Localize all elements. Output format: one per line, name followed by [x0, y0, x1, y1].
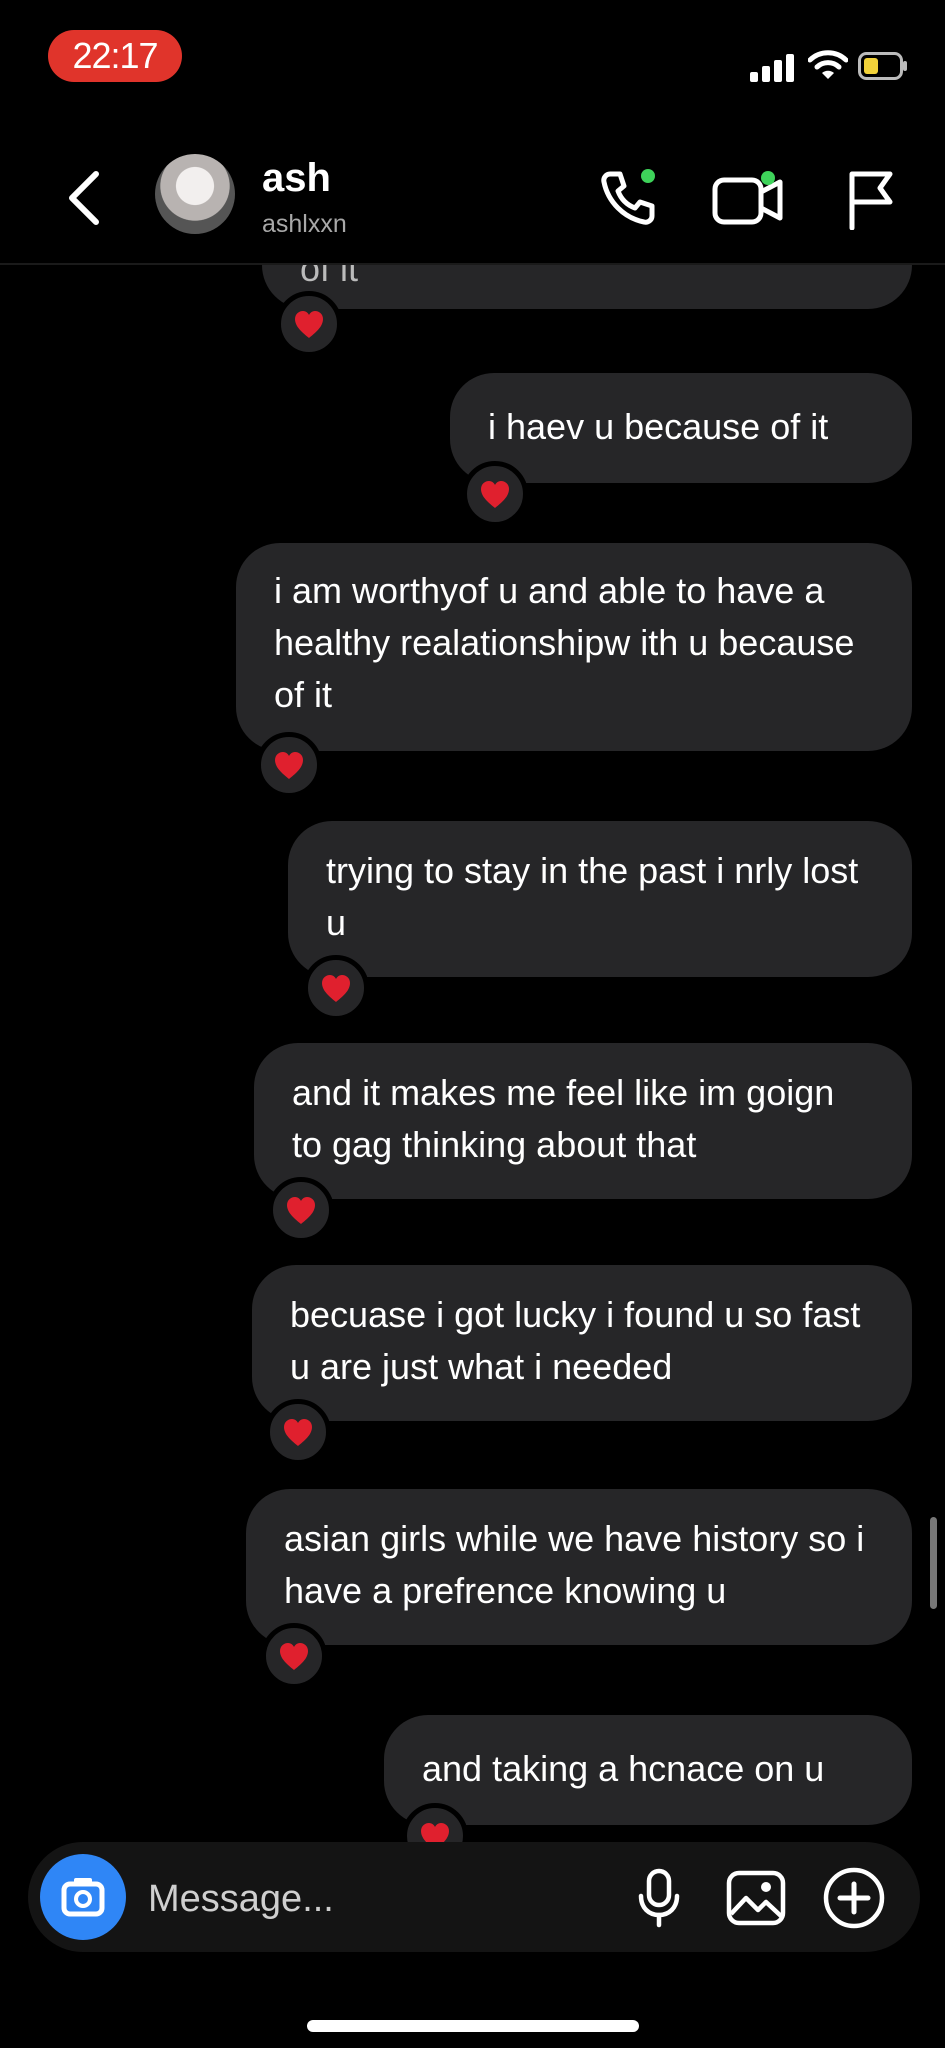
battery-icon: [858, 52, 907, 80]
heart-reaction[interactable]: [268, 1177, 334, 1243]
microphone-icon[interactable]: [636, 1868, 682, 1928]
status-time: 22:17: [48, 30, 182, 82]
heart-reaction[interactable]: [462, 461, 528, 527]
camera-button[interactable]: [40, 1854, 126, 1940]
message-bubble[interactable]: i haev u because of it: [450, 373, 912, 483]
heart-icon: [275, 752, 303, 779]
heart-reaction[interactable]: [303, 955, 369, 1021]
heart-icon: [481, 481, 509, 508]
flag-icon[interactable]: [846, 168, 896, 230]
status-bar: 22:17: [0, 0, 945, 110]
message-bubble[interactable]: asian girls while we have history so i h…: [246, 1489, 912, 1645]
heart-icon: [322, 975, 350, 1002]
message-bubble[interactable]: becuase i got lucky i found u so fast u …: [252, 1265, 912, 1421]
contact-handle[interactable]: ashlxxn: [262, 210, 347, 239]
heart-icon: [295, 311, 323, 338]
scrollbar-thumb[interactable]: [930, 1517, 937, 1609]
home-indicator[interactable]: [307, 2020, 639, 2032]
camera-icon: [61, 1878, 105, 1917]
heart-reaction[interactable]: [261, 1623, 327, 1689]
message-composer: [28, 1842, 920, 1952]
heart-reaction[interactable]: [256, 732, 322, 798]
video-call-icon[interactable]: [712, 170, 784, 228]
gallery-icon[interactable]: [726, 1870, 786, 1926]
contact-name[interactable]: ash: [262, 156, 331, 201]
avatar[interactable]: [155, 154, 235, 234]
phone-call-icon[interactable]: [596, 166, 660, 230]
heart-reaction[interactable]: [276, 291, 342, 357]
chat-header: ash ashlxxn: [0, 140, 945, 265]
heart-reaction[interactable]: [265, 1399, 331, 1465]
message-bubble[interactable]: i am worthyof u and able to have a healt…: [236, 543, 912, 751]
message-bubble[interactable]: and it makes me feel like im goign to ga…: [254, 1043, 912, 1199]
message-bubble[interactable]: of it: [262, 265, 912, 309]
message-bubble[interactable]: trying to stay in the past i nrly lost u: [288, 821, 912, 977]
message-bubble[interactable]: and taking a hcnace on u: [384, 1715, 912, 1825]
message-input[interactable]: [146, 1870, 550, 1928]
cellular-signal-icon: [750, 54, 796, 82]
wifi-icon: [808, 50, 848, 79]
heart-icon: [280, 1643, 308, 1670]
heart-icon: [287, 1197, 315, 1224]
back-arrow-icon[interactable]: [62, 168, 106, 228]
message-thread[interactable]: of it i haev u because of it i am worthy…: [0, 265, 945, 1845]
heart-icon: [284, 1419, 312, 1446]
add-icon[interactable]: [822, 1866, 886, 1930]
